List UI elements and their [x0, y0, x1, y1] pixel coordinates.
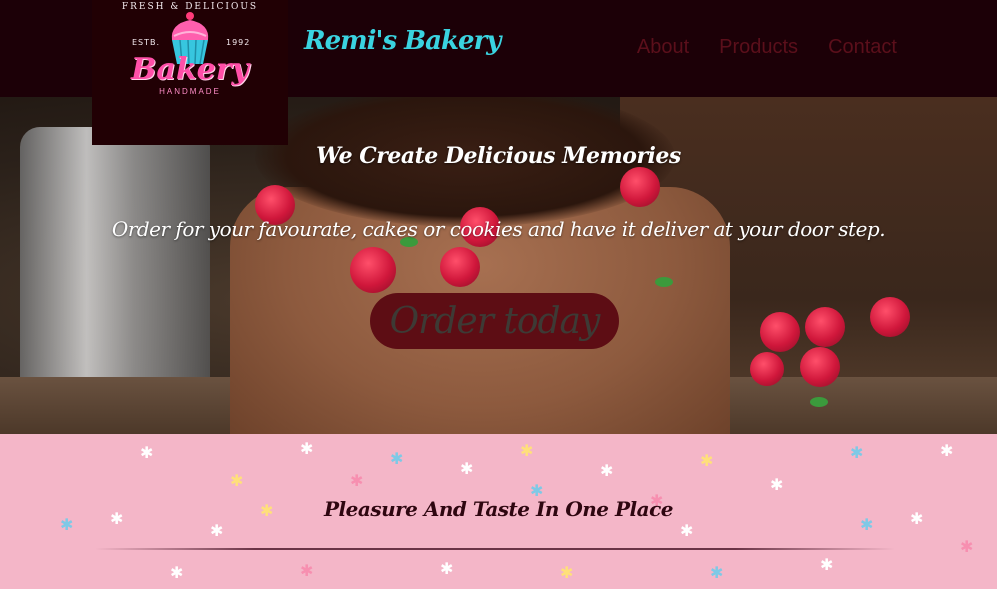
raspberry [620, 167, 660, 207]
order-today-button[interactable]: Order today [370, 293, 619, 349]
sprinkle: ✱ [940, 443, 954, 460]
sprinkle: ✱ [230, 473, 244, 490]
taste-section: ✱ ✱ ✱ ✱ ✱ ✱ ✱ ✱ ✱ ✱ ✱ ✱ ✱ ✱ ✱ ✱ ✱ ✱ ✱ ✱ … [0, 434, 997, 589]
sprinkle: ✱ [960, 539, 974, 556]
section-title: Pleasure And Taste In One Place [324, 497, 673, 521]
logo-year: 1992 [226, 38, 251, 47]
sprinkle: ✱ [850, 445, 864, 462]
raspberry [350, 247, 396, 293]
sprinkle: ✱ [140, 445, 154, 462]
hero-title: We Create Delicious Memories [316, 143, 681, 169]
sprinkle: ✱ [820, 557, 834, 574]
raspberry [760, 312, 800, 352]
raspberry [750, 352, 784, 386]
nav-link-contact[interactable]: Contact [828, 36, 897, 59]
sprinkle: ✱ [350, 473, 364, 490]
sprinkle: ✱ [600, 463, 614, 480]
logo-sub: HANDMADE [159, 87, 221, 96]
sprinkle: ✱ [710, 565, 724, 582]
sprinkle: ✱ [170, 565, 184, 582]
sprinkle: ✱ [210, 523, 224, 540]
sprinkle: ✱ [440, 561, 454, 578]
sprinkle: ✱ [520, 443, 534, 460]
sprinkle: ✱ [460, 461, 474, 478]
sprinkle: ✱ [300, 563, 314, 580]
divider [95, 548, 895, 550]
brand-name[interactable]: Remi's Bakery [304, 26, 501, 56]
mint-leaf [655, 277, 673, 287]
raspberry [870, 297, 910, 337]
sprinkle: ✱ [300, 441, 314, 458]
sprinkle: ✱ [770, 477, 784, 494]
hero-section: We Create Delicious Memories Order for y… [0, 97, 997, 434]
sprinkle: ✱ [680, 523, 694, 540]
sprinkle: ✱ [560, 565, 574, 582]
raspberry [800, 347, 840, 387]
raspberry [440, 247, 480, 287]
hero-subtitle: Order for your favourate, cakes or cooki… [111, 217, 886, 241]
raspberry [805, 307, 845, 347]
sprinkle: ✱ [390, 451, 404, 468]
logo-estb: ESTB. [132, 38, 161, 47]
logo-word: Bakery [131, 52, 249, 87]
nav-links: About Products Contact [637, 36, 897, 59]
mint-leaf [810, 397, 828, 407]
logo[interactable]: FRESH & DELICIOUS ESTB. 1992 Bakery HAND… [92, 0, 288, 145]
sprinkle: ✱ [700, 453, 714, 470]
nav-link-products[interactable]: Products [719, 36, 798, 59]
nav-link-about[interactable]: About [637, 36, 689, 59]
